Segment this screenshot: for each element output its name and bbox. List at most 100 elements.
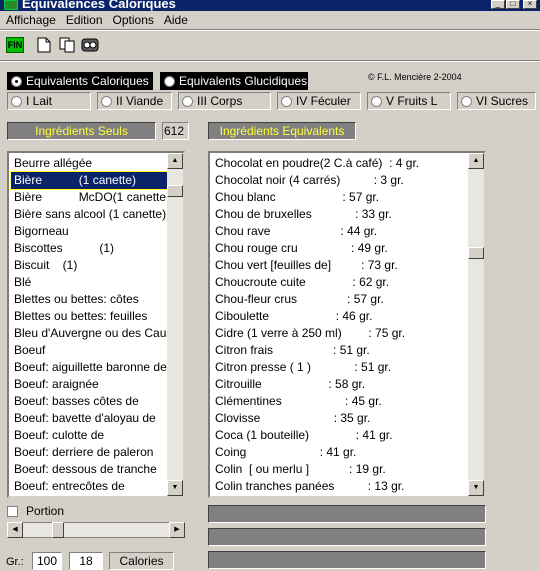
equivalent-list-item[interactable]: Choucroute cuite : 62 gr. — [212, 274, 419, 291]
ingredient-list-item[interactable]: Boeuf: aiguillette baronne de — [11, 359, 172, 376]
preview-icon — [81, 38, 99, 52]
equivalent-list-item[interactable]: Chou blanc : 57 gr. — [212, 189, 419, 206]
equivalent-list-item[interactable]: Citron frais : 51 gr. — [212, 342, 419, 359]
equivalent-list-item[interactable]: Clovisse : 35 gr. — [212, 410, 419, 427]
category-radio-sucres[interactable]: VI Sucres — [457, 92, 536, 110]
scroll-left-arrow-icon[interactable]: ◀ — [7, 522, 23, 538]
ingredient-list-item[interactable]: Blé — [11, 274, 172, 291]
ingredient-list-item[interactable]: Biscottes (1) — [11, 240, 172, 257]
grams-input[interactable]: 100 — [32, 552, 62, 570]
copy-button[interactable] — [56, 35, 78, 55]
equivalent-list-item[interactable]: Chocolat noir (4 carrés) : 3 gr. — [212, 172, 419, 189]
equivalent-list-item[interactable]: Citrouille : 58 gr. — [212, 376, 419, 393]
equivalent-list-item[interactable]: Coca (1 bouteille) : 41 gr. — [212, 427, 419, 444]
equivalent-list-item[interactable]: Colin [ ou merlu ] : 19 gr. — [212, 461, 419, 478]
category-radio-corps[interactable]: III Corps — [178, 92, 271, 110]
menu-aide[interactable]: Aide — [164, 13, 188, 27]
ingredient-list-item[interactable]: Boeuf: entrecôtes de — [11, 478, 172, 495]
scroll-thumb[interactable] — [167, 185, 183, 197]
title-bar: Equivalences Caloriques _ □ × — [0, 0, 540, 11]
grams-label: Gr.: — [6, 556, 24, 568]
menu-options[interactable]: Options — [113, 13, 154, 27]
glucidic-mode-radio[interactable]: Equivalents Glucidiques — [160, 72, 308, 90]
equivalents-list[interactable]: Chocolat en poudre(2 C.à café) : 4 gr. Ch… — [208, 151, 486, 498]
ingredient-list-item[interactable]: Bière sans alcool (1 canette) — [11, 206, 172, 223]
portion-checkbox[interactable]: Portion — [7, 504, 64, 518]
category-radio-viande[interactable]: II Viande — [97, 92, 172, 110]
minimize-button[interactable]: _ — [491, 0, 505, 9]
menu-edition[interactable]: Edition — [66, 13, 103, 27]
equivalent-list-item[interactable]: Chou rave : 44 gr. — [212, 223, 419, 240]
equivalent-list-item[interactable]: Colin tranches panées : 13 gr. — [212, 478, 419, 495]
ingredient-list-item[interactable]: Biscuit (1) — [11, 257, 172, 274]
category-label: III Corps — [197, 94, 243, 108]
ingredient-list-item[interactable]: Boeuf — [11, 342, 172, 359]
scroll-right-arrow-icon[interactable]: ▶ — [169, 522, 185, 538]
category-radio-lait[interactable]: I Lait — [7, 92, 91, 110]
scroll-up-arrow-icon[interactable]: ▲ — [167, 153, 183, 169]
ingredient-list-item[interactable]: Boeuf: araignée — [11, 376, 172, 393]
portion-slider[interactable]: ◀ ▶ — [7, 522, 185, 538]
equivalent-list-item[interactable]: Clémentines : 45 gr. — [212, 393, 419, 410]
close-button[interactable]: × — [523, 0, 537, 9]
scroll-down-arrow-icon[interactable]: ▼ — [468, 480, 484, 496]
equivalents-list-scrollbar[interactable]: ▲ ▼ — [468, 153, 484, 496]
equivalent-list-item[interactable]: Coing : 41 gr. — [212, 444, 419, 461]
equivalents-list-items: Chocolat en poudre(2 C.à café) : 4 gr. Ch… — [212, 155, 419, 495]
ingredient-list-item[interactable]: Boeuf: dessous de tranche — [11, 461, 172, 478]
right-panel-header: Ingrédients Equivalents — [208, 122, 356, 140]
ingredients-list-scrollbar[interactable]: ▲ ▼ — [167, 153, 183, 496]
equivalent-list-item[interactable]: Chou de bruxelles : 33 gr. — [212, 206, 419, 223]
new-document-button[interactable] — [33, 35, 55, 55]
ingredient-list-item[interactable]: Boeuf: bavette d'aloyau de — [11, 410, 172, 427]
radio-icon — [101, 95, 112, 107]
radio-icon — [182, 95, 193, 107]
ingredient-list-item[interactable]: Beurre allégée — [11, 155, 172, 172]
ingredient-list-item[interactable]: Boeuf: culotte de — [11, 427, 172, 444]
radio-icon — [371, 95, 382, 107]
toolbar-divider — [0, 60, 540, 62]
category-radio-feculents[interactable]: IV Féculer — [277, 92, 361, 110]
category-label: II Viande — [116, 94, 164, 108]
app-icon — [4, 0, 18, 10]
radio-selected-icon — [11, 75, 22, 87]
equivalent-list-item[interactable]: Cidre (1 verre à 250 ml) : 75 gr. — [212, 325, 419, 342]
equivalent-list-item[interactable]: Chou-fleur crus : 57 gr. — [212, 291, 419, 308]
radio-icon — [461, 95, 472, 107]
fin-button[interactable]: FIN — [4, 35, 26, 55]
slider-thumb[interactable] — [52, 522, 64, 538]
maximize-button[interactable]: □ — [506, 0, 520, 9]
caloric-mode-radio[interactable]: Equivalents Caloriques — [7, 72, 153, 90]
equivalent-list-item[interactable]: Chou vert [feuilles de] : 73 gr. — [212, 257, 419, 274]
ingredient-list-item[interactable]: Boeuf: faux filet de — [11, 495, 172, 496]
copyright-text: © F.L. Mencière 2-2004 — [368, 72, 462, 82]
scroll-down-arrow-icon[interactable]: ▼ — [167, 480, 183, 496]
radio-icon — [281, 95, 292, 107]
ingredient-list-item[interactable]: Blettes ou bettes: feuilles — [11, 308, 172, 325]
calories-label: Calories — [109, 552, 174, 570]
ingredient-list-item[interactable]: Bière McDO(1 canette — [11, 189, 172, 206]
preview-button[interactable] — [79, 35, 101, 55]
new-document-icon — [37, 37, 51, 53]
category-radio-fruits[interactable]: V Fruits L — [367, 92, 451, 110]
copy-icon — [59, 37, 75, 53]
ingredients-list[interactable]: Beurre allégée Bière (1 canette) Bière McD… — [7, 151, 185, 498]
scroll-up-arrow-icon[interactable]: ▲ — [468, 153, 484, 169]
menu-bar: Affichage Edition Options Aide — [0, 11, 540, 28]
ingredient-list-item[interactable]: Bière (1 canette) — [9, 171, 174, 190]
equivalent-list-item[interactable]: Citron presse ( 1 ) : 51 gr. — [212, 359, 419, 376]
ingredient-list-item[interactable]: Bleu d'Auvergne ou des Caus — [11, 325, 172, 342]
equivalent-list-item[interactable]: Ciboulette : 46 gr. — [212, 308, 419, 325]
result-bar-3 — [208, 551, 486, 569]
ingredient-list-item[interactable]: Boeuf: basses côtes de — [11, 393, 172, 410]
ingredient-list-item[interactable]: Bigorneau — [11, 223, 172, 240]
equivalent-list-item[interactable]: Chou rouge cru : 49 gr. — [212, 240, 419, 257]
result-bar-1 — [208, 505, 486, 523]
portion-label: Portion — [26, 504, 65, 518]
equivalent-list-item[interactable]: Chocolat en poudre(2 C.à café) : 4 gr. — [212, 155, 419, 172]
ingredient-list-item[interactable]: Blettes ou bettes: côtes — [11, 291, 172, 308]
ingredients-list-items: Beurre allégée Bière (1 canette) Bière McD… — [9, 155, 174, 496]
menu-affichage[interactable]: Affichage — [6, 13, 56, 27]
scroll-thumb[interactable] — [468, 247, 484, 259]
ingredient-list-item[interactable]: Boeuf: derriere de paleron — [11, 444, 172, 461]
